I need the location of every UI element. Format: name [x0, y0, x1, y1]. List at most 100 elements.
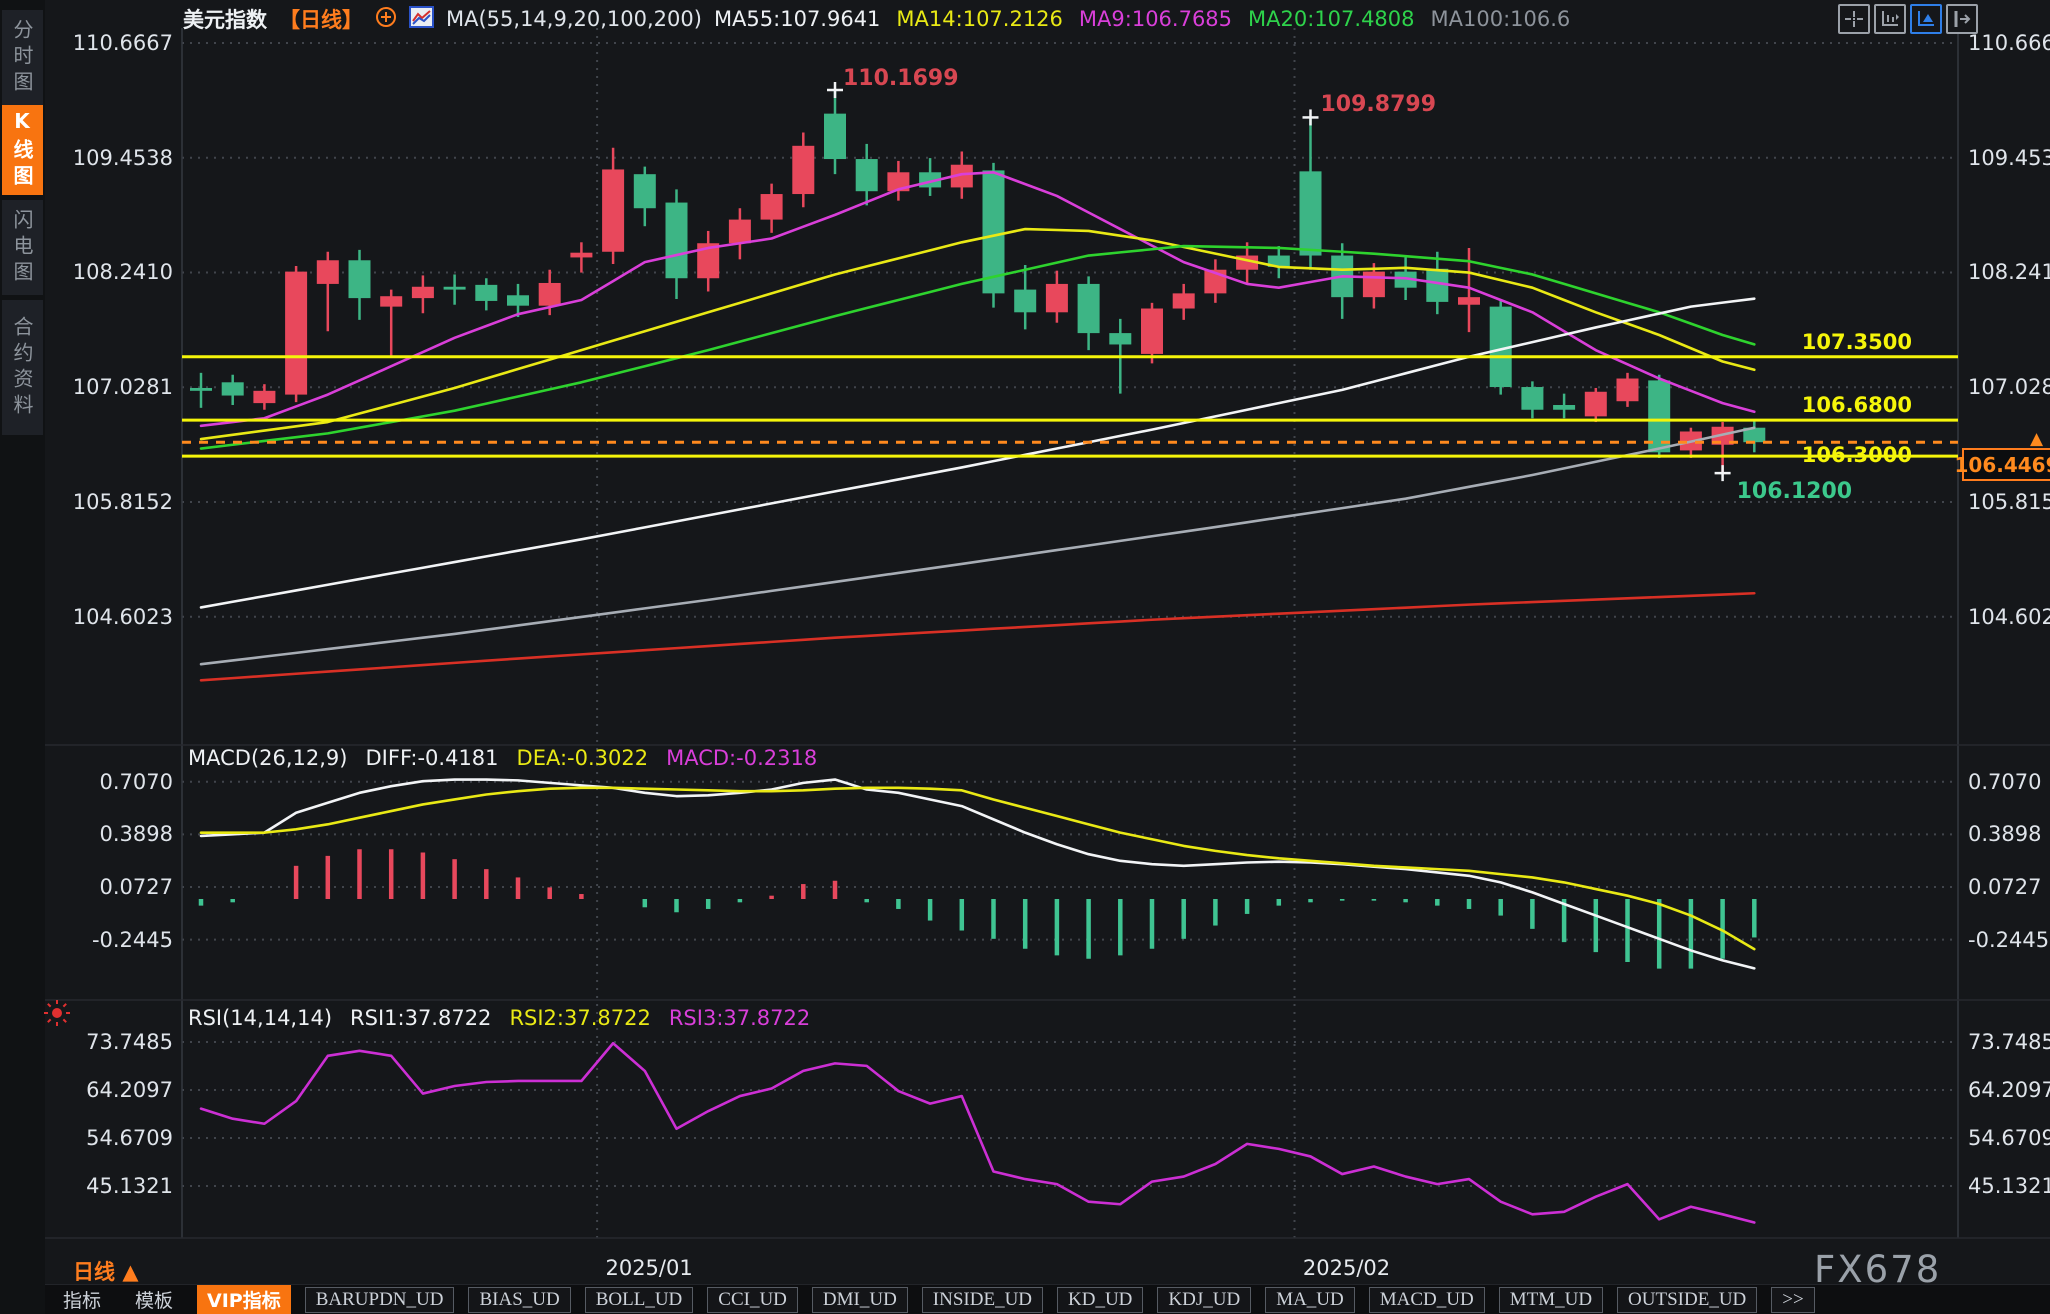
x-axis-label-2: 2025/02: [1302, 1256, 1391, 1280]
candle-body: [507, 295, 529, 306]
candle-body: [411, 286, 434, 299]
price-tick-right: 105.8152: [1968, 489, 2050, 514]
ma-value-3: MA9:106.7685: [1078, 7, 1233, 31]
chart-style-icon[interactable]: [409, 5, 434, 33]
toolbar-tab-kdjud[interactable]: KDJ_UD: [1157, 1286, 1252, 1313]
macd-value: MACD:-0.2318: [666, 746, 818, 770]
toolbar-tab-[interactable]: >>: [1771, 1286, 1815, 1313]
candle-body: [538, 282, 561, 306]
candle-body: [855, 159, 878, 192]
recording-indicator-icon: [62, 1018, 67, 1023]
candle-body: [1584, 391, 1607, 417]
recording-indicator-icon: [47, 1018, 52, 1023]
price-tick-left: 105.8152: [72, 489, 173, 514]
price-tick-right: 110.6667: [1968, 31, 2050, 55]
macd-tick-left: 0.7070: [99, 769, 173, 794]
candle-body: [728, 219, 751, 244]
crosshair-button[interactable]: [1838, 4, 1870, 34]
current-price-tag: 106.4469: [1955, 448, 2050, 481]
chart-toolbar: [1838, 4, 1978, 34]
candle-body: [475, 284, 498, 301]
toolbar-tab-biasud[interactable]: BIAS_UD: [468, 1286, 571, 1313]
timeframe-selector[interactable]: 日线 ▲: [73, 1256, 138, 1286]
candle-body: [1141, 308, 1163, 354]
rsi-tick-right: 45.1321: [1968, 1173, 2050, 1198]
caret-up-icon: ▲: [122, 1260, 139, 1284]
candle-body: [570, 252, 593, 258]
toolbar-tab-cciud[interactable]: CCI_UD: [707, 1286, 798, 1313]
ma-line-ma9: [199, 170, 1756, 428]
candle-body: [1109, 333, 1132, 345]
macd-tick-left: 0.0727: [99, 874, 173, 899]
price-tick-right: 107.0281: [1968, 375, 2050, 400]
toolbar-tab-dmiud[interactable]: DMI_UD: [811, 1286, 908, 1313]
candle-body: [824, 113, 846, 160]
level-label-3: 106.3000: [1801, 443, 1912, 468]
toolbar-tab-kdud[interactable]: KD_UD: [1057, 1286, 1144, 1313]
macd-dea-value: DEA:-0.3022: [516, 746, 649, 770]
trading-app: 分时图 K线图 闪电图 合约资料 美元指数 【日线】 MA(55,14,9,20,10…: [0, 0, 2050, 1314]
toolbar-tab-maud[interactable]: MA_UD: [1265, 1286, 1355, 1313]
annotation-low: 106.1200: [1736, 479, 1853, 504]
rsi2-value: RSI2:37.8722: [509, 1006, 651, 1030]
rsi-title: RSI(14,14,14): [188, 1006, 333, 1030]
rsi-tick-right: 54.6709: [1968, 1125, 2050, 1150]
macd-tick-right: 0.7070: [1968, 769, 2042, 794]
candle-body: [760, 194, 783, 220]
price-arrow-icon[interactable]: ▲: [2030, 429, 2043, 449]
candle-body: [1616, 378, 1639, 402]
macd-tick-left: 0.3898: [99, 822, 173, 847]
candle-body: [221, 382, 244, 396]
price-tick-left: 104.6023: [72, 604, 173, 629]
chart-canvas[interactable]: [0, 0, 2050, 1314]
toolbar-tab-[interactable]: 模板: [125, 1285, 183, 1314]
annotation-high: 110.1699: [843, 66, 959, 91]
toolbar-tab-outsideud[interactable]: OUTSIDE_UD: [1617, 1286, 1758, 1313]
macd-tick-right: 0.3898: [1968, 822, 2042, 847]
ma-values: MA55:107.9641 MA14:107.2126 MA9:106.7685 MA…: [714, 7, 1570, 31]
rsi-title-row: RSI(14,14,14) RSI1:37.8722 RSI2:37.8722 …: [188, 1006, 810, 1030]
scale-axis-button[interactable]: [1874, 4, 1906, 34]
auto-fit-button[interactable]: [1910, 4, 1942, 34]
candle-body: [665, 202, 688, 279]
toolbar-tab-[interactable]: 指标: [53, 1285, 111, 1314]
macd-diff-line: [199, 778, 1756, 970]
rsi-tick-left: 73.7485: [86, 1030, 173, 1054]
candle-body: [443, 286, 466, 290]
toolbar-tab-macdud[interactable]: MACD_UD: [1368, 1286, 1485, 1313]
toolbar-tab-bollud[interactable]: BOLL_UD: [584, 1286, 694, 1313]
toolbar-tab-insideud[interactable]: INSIDE_UD: [921, 1286, 1044, 1313]
indicator-tabbar: 指标 模板 VIP指标 BARUPDN_UD BIAS_UD BOLL_UD CCI_UD D…: [45, 1285, 2050, 1314]
candle-body: [190, 387, 212, 391]
annotation-high2: 109.8799: [1320, 92, 1437, 117]
toolbar-tab-mtmud[interactable]: MTM_UD: [1498, 1286, 1604, 1313]
toolbar-tab-vip[interactable]: VIP指标: [197, 1285, 291, 1314]
price-tick-left: 109.4538: [72, 145, 173, 170]
ma-params: MA(55,14,9,20,100,200): [446, 7, 702, 31]
toolbar-tab-barupdnud[interactable]: BARUPDN_UD: [304, 1286, 455, 1313]
candle-body: [1045, 283, 1068, 313]
candle-body: [602, 169, 625, 252]
period-tag[interactable]: 【日线】: [279, 4, 363, 34]
candle-body: [792, 145, 815, 195]
candle-body: [1172, 293, 1195, 309]
macd-tick-right: -0.2445: [1968, 927, 2050, 952]
symbol-name: 美元指数: [183, 8, 267, 32]
ma-value-5: MA100:106.6: [1430, 7, 1571, 31]
price-tick-left: 107.0281: [72, 375, 173, 400]
level-label-1: 107.3500: [1801, 329, 1912, 354]
macd-title-row: MACD(26,12,9) DIFF:-0.4181 DEA:-0.3022 M…: [188, 746, 817, 770]
recording-indicator-icon: [47, 1003, 52, 1008]
candle-body: [253, 390, 276, 404]
candle-body: [1299, 171, 1322, 256]
macd-tick-left: -0.2445: [91, 927, 173, 952]
candle-body: [1077, 283, 1100, 334]
candle-body: [380, 296, 403, 307]
ma-line-ma14: [199, 227, 1756, 441]
candle-body: [1553, 405, 1576, 410]
rsi-tick-right: 73.7485: [1968, 1030, 2050, 1054]
ma-value-1: MA55:107.9641: [713, 7, 881, 31]
level-label-2: 106.6800: [1801, 393, 1912, 418]
add-indicator-icon[interactable]: [375, 6, 397, 33]
ma-value-4: MA20:107.4808: [1248, 7, 1415, 31]
